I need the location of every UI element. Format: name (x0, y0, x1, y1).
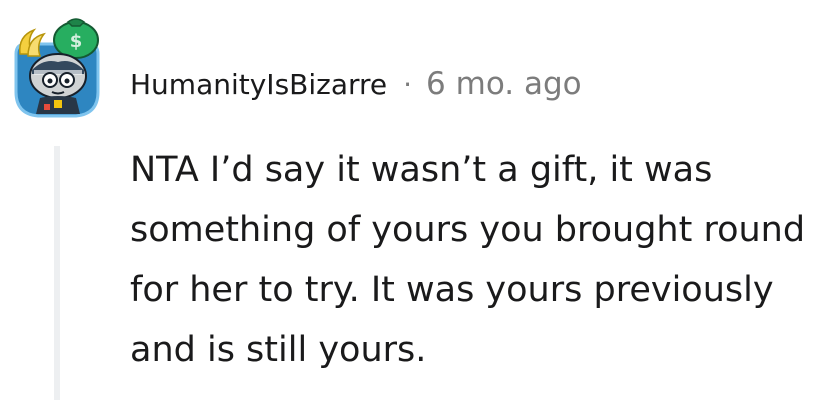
money-bag-icon: $ (53, 18, 99, 59)
user-avatar[interactable]: $ (10, 14, 104, 120)
username-link[interactable]: HumanityIsBizarre (130, 68, 387, 101)
comment-timestamp[interactable]: 6 mo. ago (426, 66, 582, 102)
thread-line[interactable] (54, 146, 60, 400)
svg-text:$: $ (70, 31, 83, 52)
comment-body: NTA I’d say it wasn’t a gift, it was som… (130, 150, 806, 370)
comment: $ HumanityIsBizarre · 6 mo. ago NTA I’d … (0, 0, 832, 400)
meta-separator: · (403, 67, 413, 101)
comment-header: HumanityIsBizarre · 6 mo. ago (130, 62, 582, 106)
snoo-avatar-icon (29, 53, 87, 114)
